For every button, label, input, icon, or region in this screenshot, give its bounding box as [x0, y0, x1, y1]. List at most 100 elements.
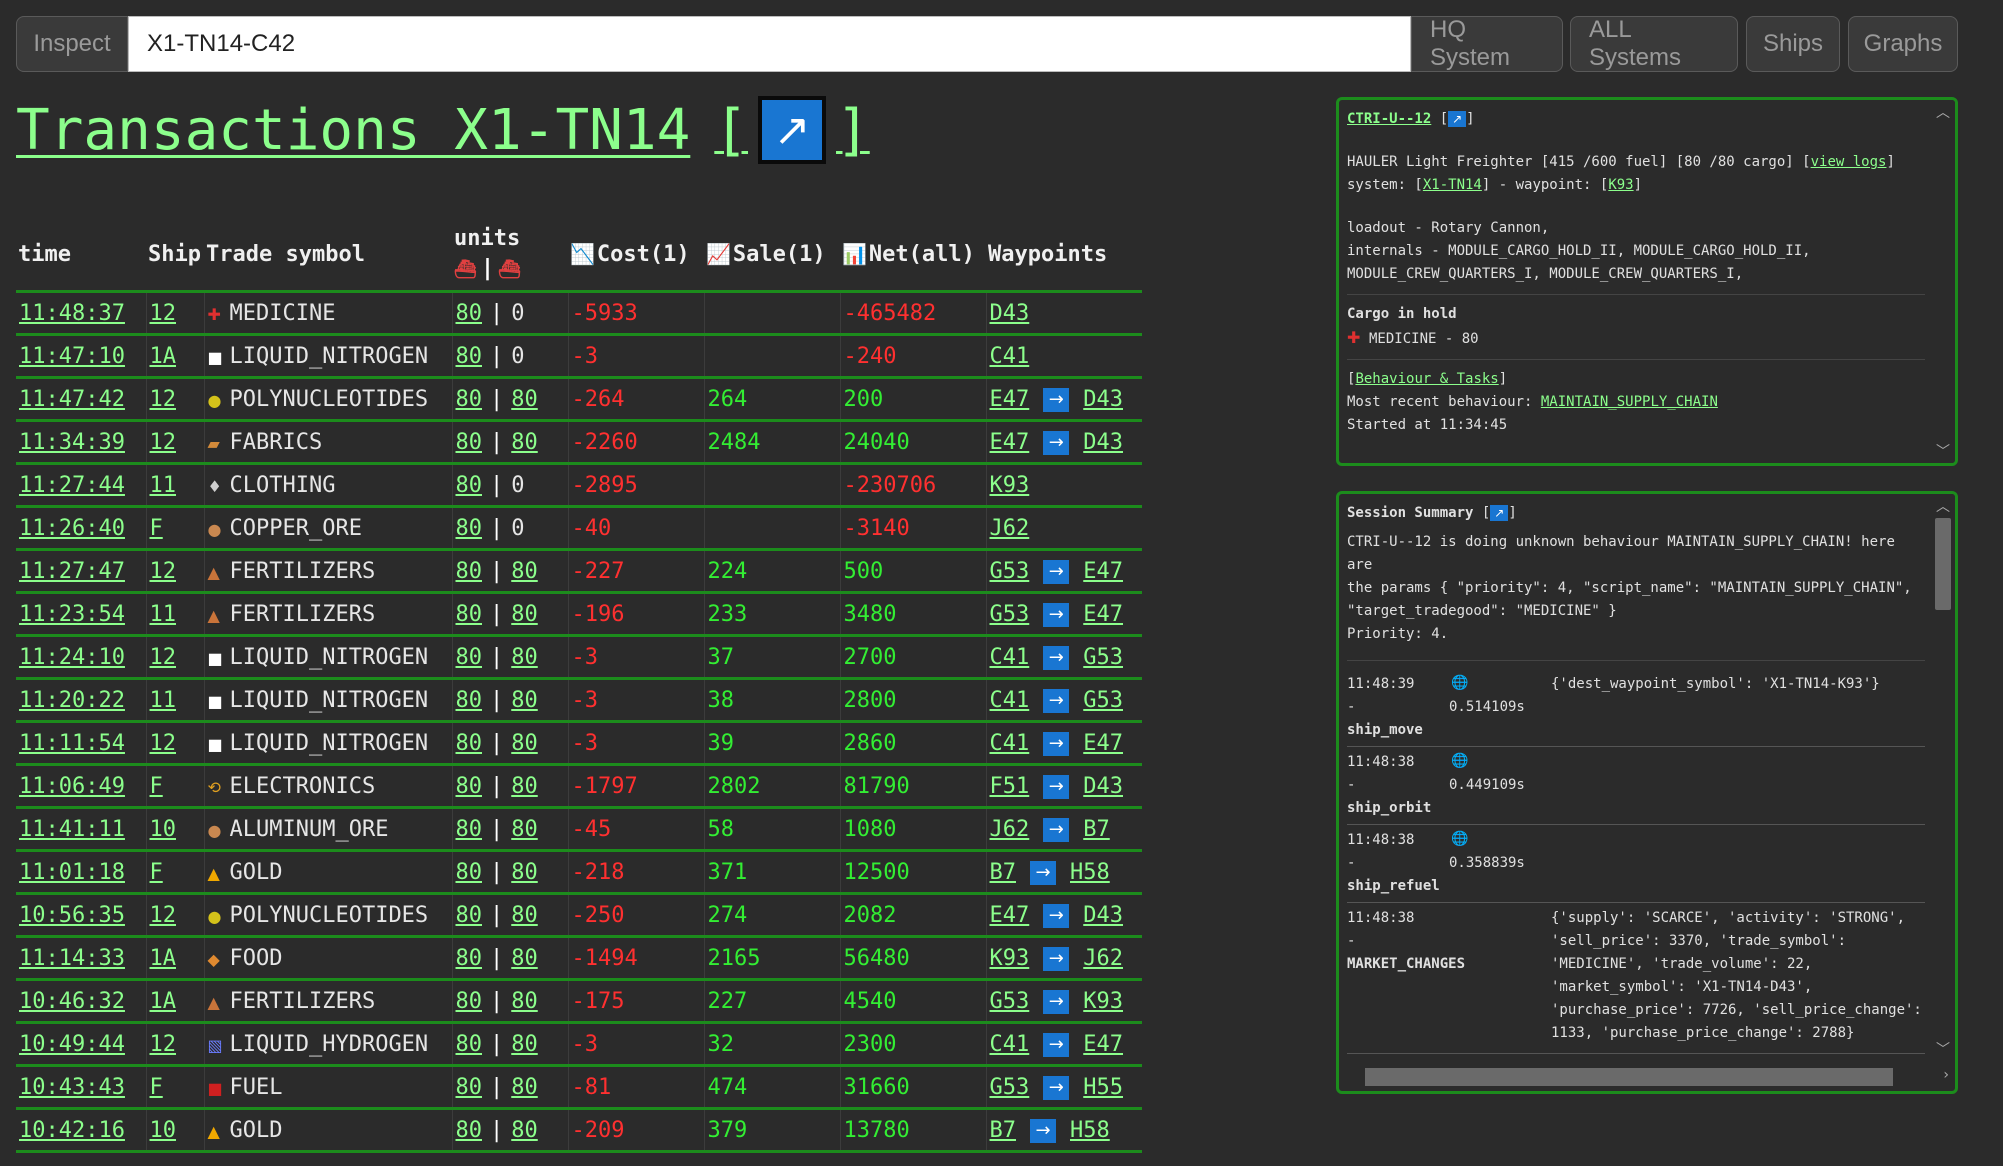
units-bought-link[interactable]: 80	[456, 1075, 483, 1100]
waypoint-from-link[interactable]: B7	[990, 1118, 1017, 1143]
units-sold-link[interactable]: 80	[511, 817, 538, 842]
waypoint-from-link[interactable]: C41	[990, 1032, 1030, 1057]
ship-link[interactable]: 12	[150, 731, 177, 756]
waypoint-from-link[interactable]: D43	[990, 301, 1030, 326]
time-link[interactable]: 11:23:54	[19, 602, 125, 627]
time-link[interactable]: 11:14:33	[19, 946, 125, 971]
waypoint-to-link[interactable]: E47	[1083, 602, 1123, 627]
units-bought-link[interactable]: 80	[456, 301, 483, 326]
units-sold-link[interactable]: 80	[511, 559, 538, 584]
waypoint-from-link[interactable]: J62	[990, 817, 1030, 842]
view-logs-link[interactable]: view logs	[1811, 154, 1887, 170]
waypoint-from-link[interactable]: G53	[990, 989, 1030, 1014]
session-panel-hscrollbar[interactable]: ›	[1359, 1065, 1949, 1089]
waypoint-from-link[interactable]: G53	[990, 602, 1030, 627]
time-link[interactable]: 11:27:44	[19, 473, 125, 498]
time-link[interactable]: 11:41:11	[19, 817, 125, 842]
waypoint-from-link[interactable]: K93	[990, 946, 1030, 971]
system-link[interactable]: X1-TN14	[1423, 177, 1482, 193]
ship-link[interactable]: F	[150, 774, 163, 799]
units-sold-link[interactable]: 80	[511, 860, 538, 885]
waypoint-to-link[interactable]: J62	[1083, 946, 1123, 971]
units-sold-link[interactable]: 80	[511, 1032, 538, 1057]
waypoint-link[interactable]: K93	[1608, 177, 1633, 193]
waypoint-from-link[interactable]: C41	[990, 688, 1030, 713]
waypoint-to-link[interactable]: E47	[1083, 731, 1123, 756]
time-link[interactable]: 11:06:49	[19, 774, 125, 799]
external-link-icon[interactable]: ↗	[1448, 111, 1467, 127]
time-link[interactable]: 11:34:39	[19, 430, 125, 455]
waypoint-to-link[interactable]: D43	[1083, 387, 1123, 412]
units-sold-link[interactable]: 80	[511, 731, 538, 756]
units-bought-link[interactable]: 80	[456, 387, 483, 412]
title-link[interactable]: Transactions X1-TN14	[16, 98, 690, 163]
waypoint-to-link[interactable]: D43	[1083, 903, 1123, 928]
waypoint-from-link[interactable]: C41	[990, 344, 1030, 369]
units-bought-link[interactable]: 80	[456, 688, 483, 713]
external-link-icon[interactable]: ↗	[1490, 505, 1509, 521]
waypoint-from-link[interactable]: K93	[990, 473, 1030, 498]
units-sold-link[interactable]: 80	[511, 645, 538, 670]
ship-link[interactable]: 12	[150, 645, 177, 670]
waypoint-to-link[interactable]: D43	[1083, 430, 1123, 455]
waypoint-to-link[interactable]: G53	[1083, 645, 1123, 670]
ship-panel-scrollbar[interactable]: ︿ ﹀	[1931, 100, 1955, 463]
units-sold-link[interactable]: 80	[511, 946, 538, 971]
units-bought-link[interactable]: 80	[456, 946, 483, 971]
units-bought-link[interactable]: 80	[456, 344, 483, 369]
units-bought-link[interactable]: 80	[456, 473, 483, 498]
time-link[interactable]: 11:27:47	[19, 559, 125, 584]
ship-link[interactable]: 12	[150, 559, 177, 584]
waypoint-from-link[interactable]: B7	[990, 860, 1017, 885]
waypoint-to-link[interactable]: G53	[1083, 688, 1123, 713]
units-bought-link[interactable]: 80	[456, 430, 483, 455]
waypoint-from-link[interactable]: E47	[990, 430, 1030, 455]
units-bought-link[interactable]: 80	[456, 731, 483, 756]
waypoint-to-link[interactable]: H55	[1083, 1075, 1123, 1100]
inspect-button[interactable]: Inspect	[16, 16, 128, 72]
time-link[interactable]: 10:56:35	[19, 903, 125, 928]
units-bought-link[interactable]: 80	[456, 645, 483, 670]
units-bought-link[interactable]: 80	[456, 559, 483, 584]
waypoint-from-link[interactable]: G53	[990, 1075, 1030, 1100]
waypoint-from-link[interactable]: J62	[990, 516, 1030, 541]
scroll-down-icon[interactable]: ﹀	[1931, 441, 1955, 461]
hq-system-button[interactable]: HQ System	[1411, 16, 1563, 72]
waypoint-to-link[interactable]: D43	[1083, 774, 1123, 799]
units-bought-link[interactable]: 80	[456, 516, 483, 541]
ship-link[interactable]: 1A	[150, 989, 177, 1014]
external-link-icon[interactable]: ↗	[758, 96, 827, 164]
ship-link[interactable]: F	[150, 516, 163, 541]
units-bought-link[interactable]: 80	[456, 1032, 483, 1057]
units-bought-link[interactable]: 80	[456, 817, 483, 842]
units-sold-link[interactable]: 80	[511, 688, 538, 713]
search-input[interactable]	[128, 16, 1411, 72]
units-bought-link[interactable]: 80	[456, 903, 483, 928]
units-bought-link[interactable]: 80	[456, 602, 483, 627]
time-link[interactable]: 11:47:42	[19, 387, 125, 412]
time-link[interactable]: 10:42:16	[19, 1118, 125, 1143]
units-sold-link[interactable]: 80	[511, 1075, 538, 1100]
waypoint-to-link[interactable]: B7	[1083, 817, 1110, 842]
ship-link[interactable]: 12	[150, 301, 177, 326]
waypoint-from-link[interactable]: C41	[990, 645, 1030, 670]
waypoint-to-link[interactable]: E47	[1083, 559, 1123, 584]
time-link[interactable]: 11:01:18	[19, 860, 125, 885]
time-link[interactable]: 11:11:54	[19, 731, 125, 756]
waypoint-from-link[interactable]: E47	[990, 903, 1030, 928]
waypoint-to-link[interactable]: H58	[1070, 860, 1110, 885]
time-link[interactable]: 11:20:22	[19, 688, 125, 713]
ship-link[interactable]: 12	[150, 387, 177, 412]
ship-link[interactable]: 1A	[150, 946, 177, 971]
units-sold-link[interactable]: 80	[511, 602, 538, 627]
units-bought-link[interactable]: 80	[456, 774, 483, 799]
time-link[interactable]: 11:48:37	[19, 301, 125, 326]
ship-link[interactable]: 1A	[150, 344, 177, 369]
waypoint-from-link[interactable]: E47	[990, 387, 1030, 412]
ship-link[interactable]: CTRI-U--12	[1347, 111, 1431, 127]
time-link[interactable]: 11:47:10	[19, 344, 125, 369]
waypoint-to-link[interactable]: K93	[1083, 989, 1123, 1014]
units-bought-link[interactable]: 80	[456, 1118, 483, 1143]
time-link[interactable]: 10:46:32	[19, 989, 125, 1014]
waypoint-from-link[interactable]: C41	[990, 731, 1030, 756]
